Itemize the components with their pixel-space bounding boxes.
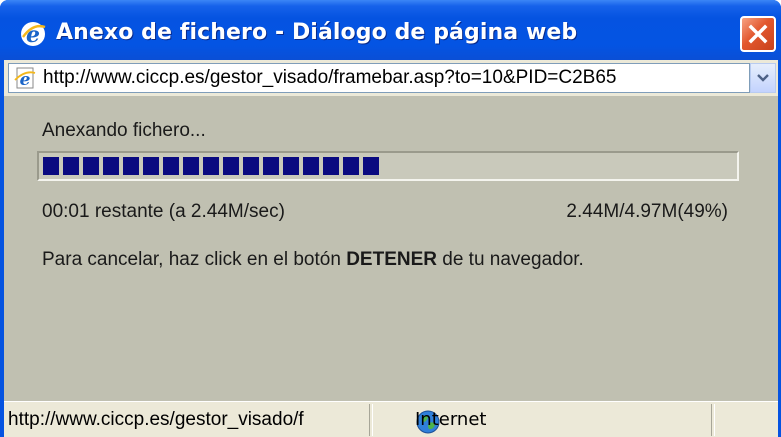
cancel-hint-keyword: DETENER (346, 249, 437, 270)
security-zone-label: Internet (415, 409, 487, 430)
cancel-hint-after: de tu navegador. (436, 249, 584, 270)
close-button[interactable] (740, 16, 776, 52)
address-field[interactable]: e http://www.ciccp.es/gestor_visado/fram… (8, 63, 750, 93)
cancel-hint: Para cancelar, haz click en el botón DET… (42, 249, 584, 271)
upload-progress-fill (43, 157, 379, 175)
status-bar-extra-pane (714, 404, 778, 436)
status-bar: http://www.ciccp.es/gestor_visado/f Inte… (4, 401, 778, 437)
cancel-hint-before: Para cancelar, haz click en el botón (42, 249, 347, 270)
chevron-down-icon (757, 74, 769, 82)
upload-panel: Anexando fichero... 00:01 restante (a 2.… (4, 96, 778, 401)
address-dropdown-button[interactable] (750, 63, 776, 93)
status-bar-url: http://www.ciccp.es/gestor_visado/f (8, 409, 304, 430)
ie-icon: e (20, 21, 46, 48)
upload-status-label: Anexando fichero... (42, 120, 206, 141)
upload-progress-bar (37, 151, 739, 181)
window-title: Anexo de fichero - Diálogo de página web (56, 20, 578, 45)
ie-page-icon: e (13, 67, 37, 93)
time-remaining: 00:01 restante (a 2.44M/sec) (42, 201, 285, 222)
address-url: http://www.ciccp.es/gestor_visado/frameb… (43, 67, 617, 88)
dialog-client-area: e http://www.ciccp.es/gestor_visado/fram… (4, 60, 778, 437)
status-bar-url-pane: http://www.ciccp.es/gestor_visado/f (4, 404, 370, 436)
size-progress: 2.44M/4.97M(49%) (566, 201, 728, 222)
status-bar-zone-pane: Internet (372, 404, 712, 436)
dialog-window: e Anexo de fichero - Diálogo de página w… (0, 0, 781, 437)
address-bar: e http://www.ciccp.es/gestor_visado/fram… (4, 60, 778, 96)
title-bar[interactable]: e Anexo de fichero - Diálogo de página w… (0, 0, 781, 60)
close-icon (748, 24, 768, 44)
